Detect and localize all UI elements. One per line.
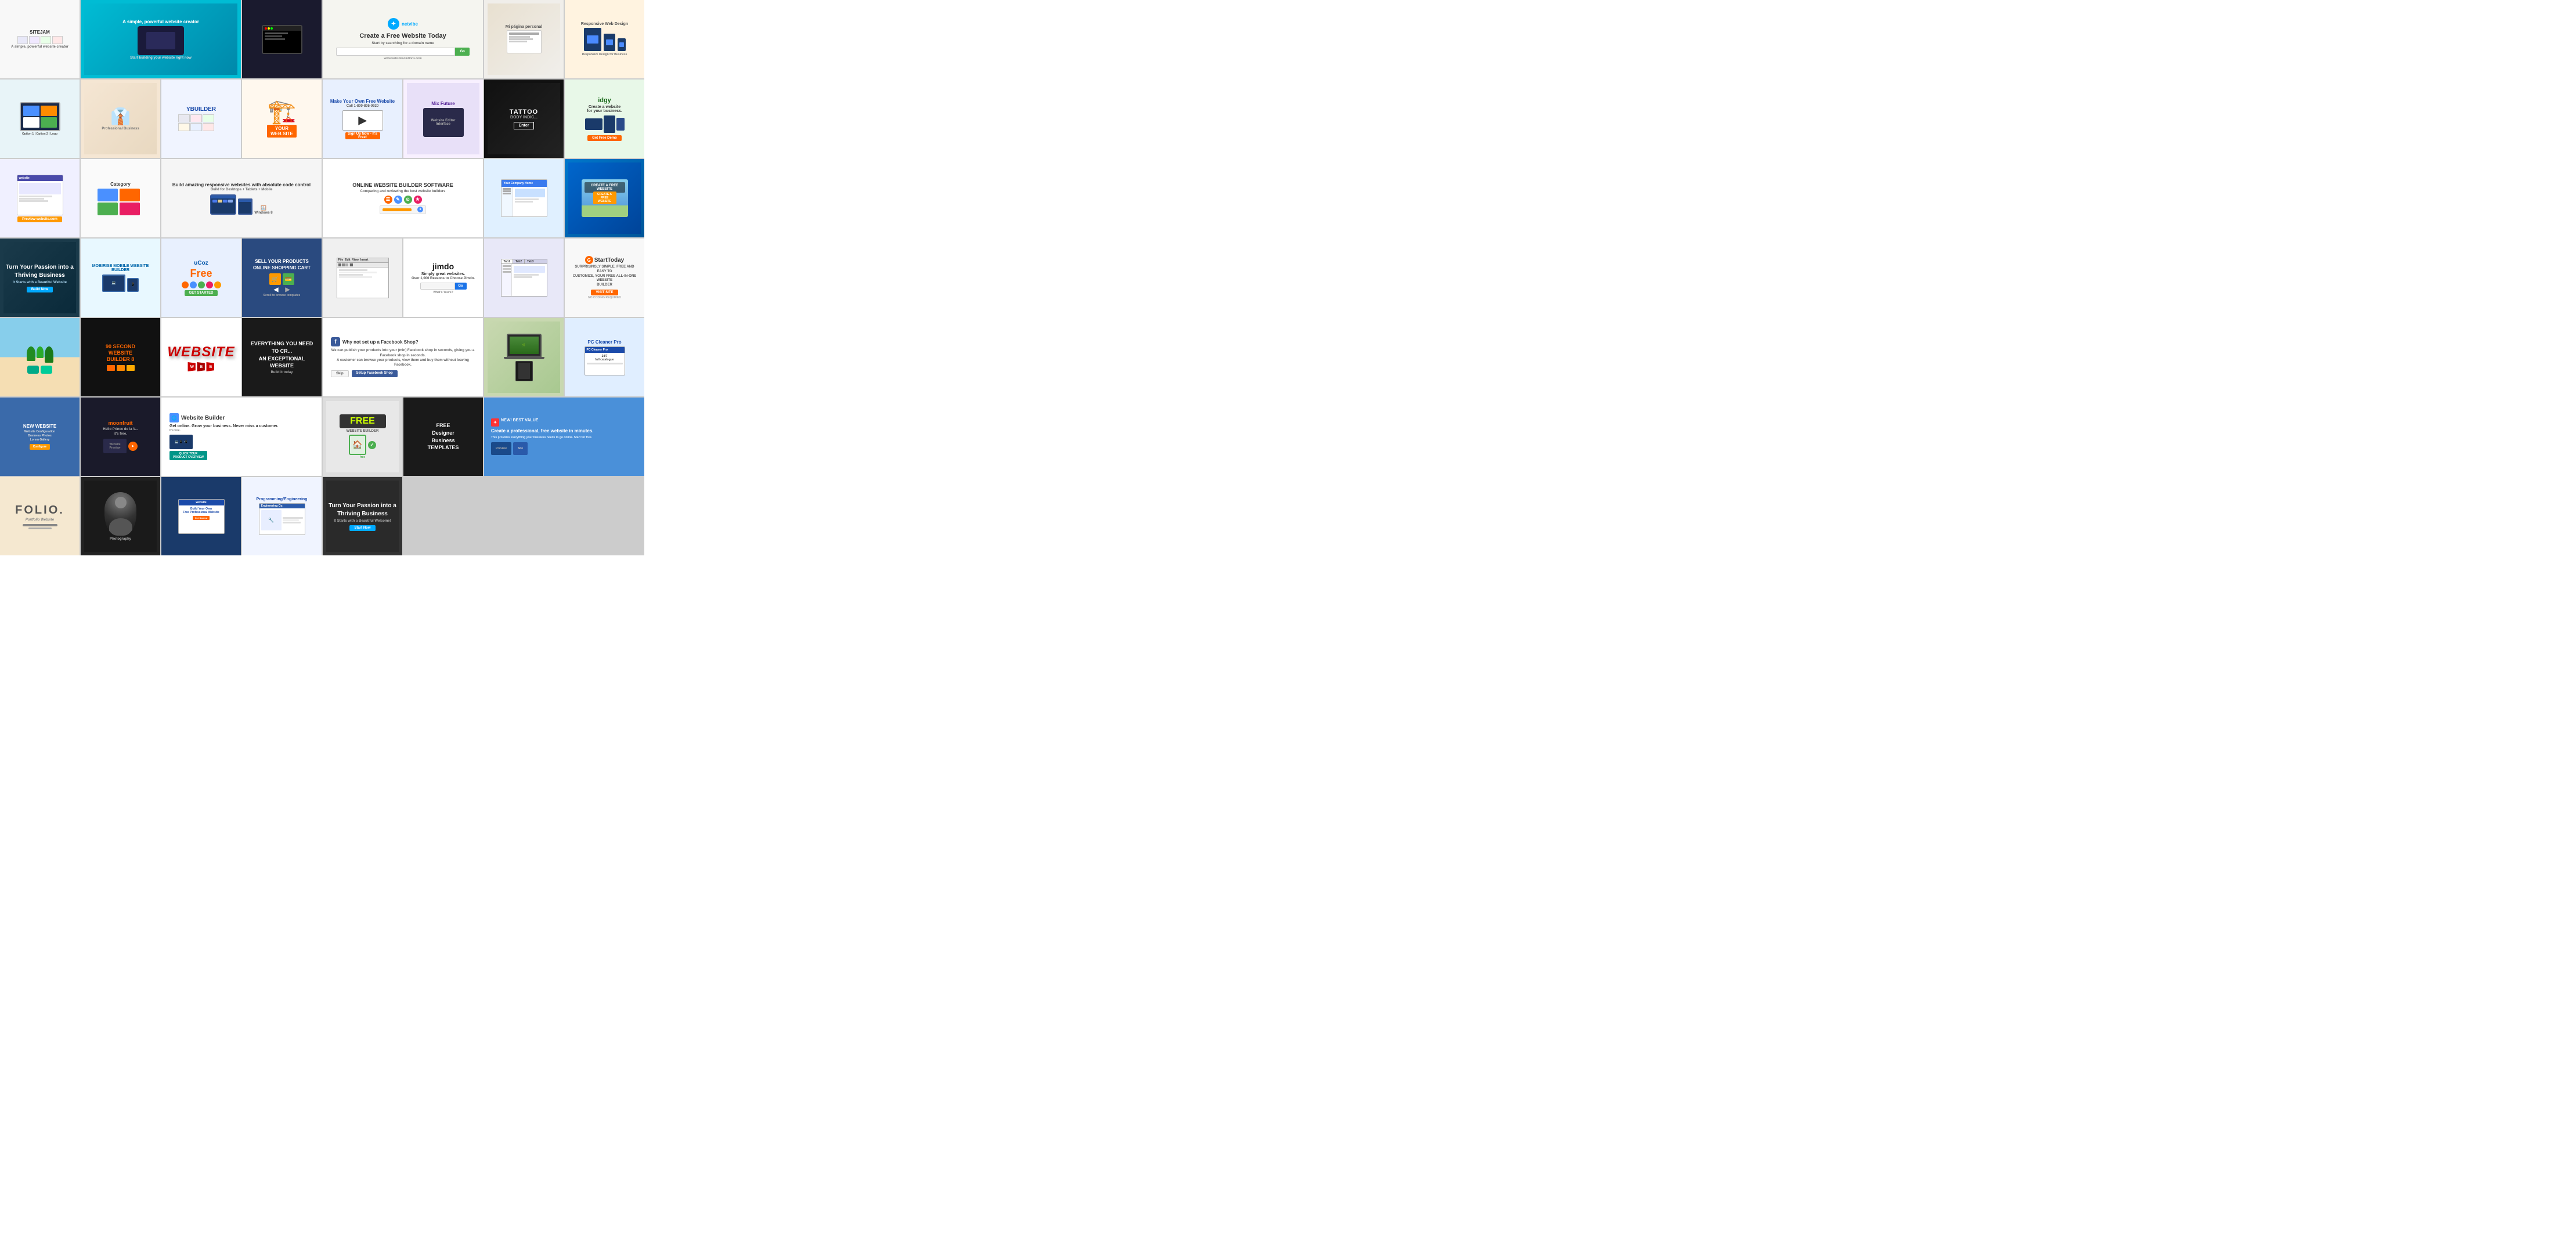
tile-idgy[interactable]: idgy Create a websitefor your business. … [565,80,644,158]
tile-ws-builder[interactable]: 🌐 Website Builder Get online. Grow your … [161,398,322,476]
thriving2-title: Turn Your Passion into aThriving Busines… [329,502,396,518]
tile-fbshop[interactable]: f Why not set up a Facebook Shop? We can… [323,318,483,396]
tile-jimdo[interactable]: jimdo Simply great websites. Over 1,000 … [403,239,483,317]
tile-preview-website[interactable]: website Preview-website.com [0,159,80,237]
tile-yola[interactable]: YBUILDER [161,80,241,158]
tile-thriving-business[interactable]: Turn Your Passion into aThriving Busines… [0,239,80,317]
tile-pccleaner[interactable]: PC Cleaner Pro PC Cleaner Pro 24/7 full … [565,318,644,396]
tile-mipagina[interactable]: Mi página personal [484,0,564,78]
tile-thriving2[interactable]: Turn Your Passion into aThriving Busines… [323,477,402,555]
tile-darkscreen[interactable] [242,0,322,78]
tile-exceptional[interactable]: EVERYTHING YOU NEED TO CR...AN EXCEPTION… [242,318,322,396]
tile-newsite[interactable]: NEW WEBSITE Website ConfigurationBusines… [0,398,80,476]
tile-editor[interactable]: File Edit View Insert [323,239,402,317]
tile-monitor-display[interactable]: Option 1 | Option 2 | Logo [0,80,80,158]
tile-dark-person[interactable]: Photography [81,477,160,555]
tile-sell-products[interactable]: SELL YOUR PRODUCTSONLINE SHOPPING CART 🛒… [242,239,322,317]
tile-moonfruit[interactable]: moonfruit Hello Prince de la V...it's fr… [81,398,160,476]
tile-fb-pro[interactable]: ✦ NEW! BEST VALUE Create a professional,… [484,398,644,476]
tile-laptop-scene[interactable]: 🌿 [484,318,564,396]
tile-mobirise[interactable]: MOBIRISE MOBILE WEBSITE BUILDER 💻 📱 [81,239,160,317]
image-grid: SITEJAM A simple, powerful website creat… [0,0,644,555]
tile-programming[interactable]: Programming/Engineering Engineering Co. … [242,477,322,555]
tile-create-free[interactable]: ✦ netvibe Create a Free Website Today St… [323,0,483,78]
tile-make-own[interactable]: Make Your Own Free Website Call 1-800-80… [323,80,402,158]
tile-online-builder[interactable]: ONLINE WEBSITE BUILDER SOFTWARE Comparin… [323,159,483,237]
tile-company-site[interactable]: Your Company Home [484,159,564,237]
tile-mix-future[interactable]: Mix Future Website Editor Interface [403,80,483,158]
tile-sitepal[interactable]: A simple, powerful website creator Start… [81,0,241,78]
tile-build-your-own[interactable]: website Build Your OwnFree Professional … [161,477,241,555]
tile-category[interactable]: Category [81,159,160,237]
tile-sitejam[interactable]: SITEJAM A simple, powerful website creat… [0,0,80,78]
tile-nocode[interactable]: Build amazing responsive websites with a… [161,159,322,237]
tile-folio[interactable]: FOLIO. Portfolio Website [0,477,80,555]
tile-free-builder[interactable]: FREE WEBSITE BUILDER 🏠 ✓ free [323,398,402,476]
tile-suit-man[interactable]: 👔 Professional Business [81,80,160,158]
create-free-title: Create a Free Website Today [359,32,446,40]
thriving-title: Turn Your Passion into aThriving Busines… [6,263,74,280]
tile-tattoo[interactable]: TATTOO BODY INDIC... Enter [484,80,564,158]
tile-free-designer[interactable]: FREEDesignerBusinessTEMPLATES [403,398,483,476]
tile-beach-scene[interactable] [0,318,80,396]
tile-ucoz[interactable]: uCoz Free GET STARTED [161,239,241,317]
tile-tabs-editor[interactable]: Tab1 Tab2 Tab3 [484,239,564,317]
tile-90sec-builder[interactable]: 90 SECONDWEBSITEBUILDER 8 [81,318,160,396]
tile-create-free2[interactable]: CREATE A FREE WEBSITE CREATE A FREE WEBS… [565,159,644,237]
tile-start-today[interactable]: G StartToday SURPRISINGLY SIMPLE, FREE A… [565,239,644,317]
tile-responsive[interactable]: Responsive Web Design Responsive Design … [565,0,644,78]
tile-website-3d[interactable]: WEBSITE W E B [161,318,241,396]
tile-builder-mascot[interactable]: 🏗️ YOURWEB SITE [242,80,322,158]
